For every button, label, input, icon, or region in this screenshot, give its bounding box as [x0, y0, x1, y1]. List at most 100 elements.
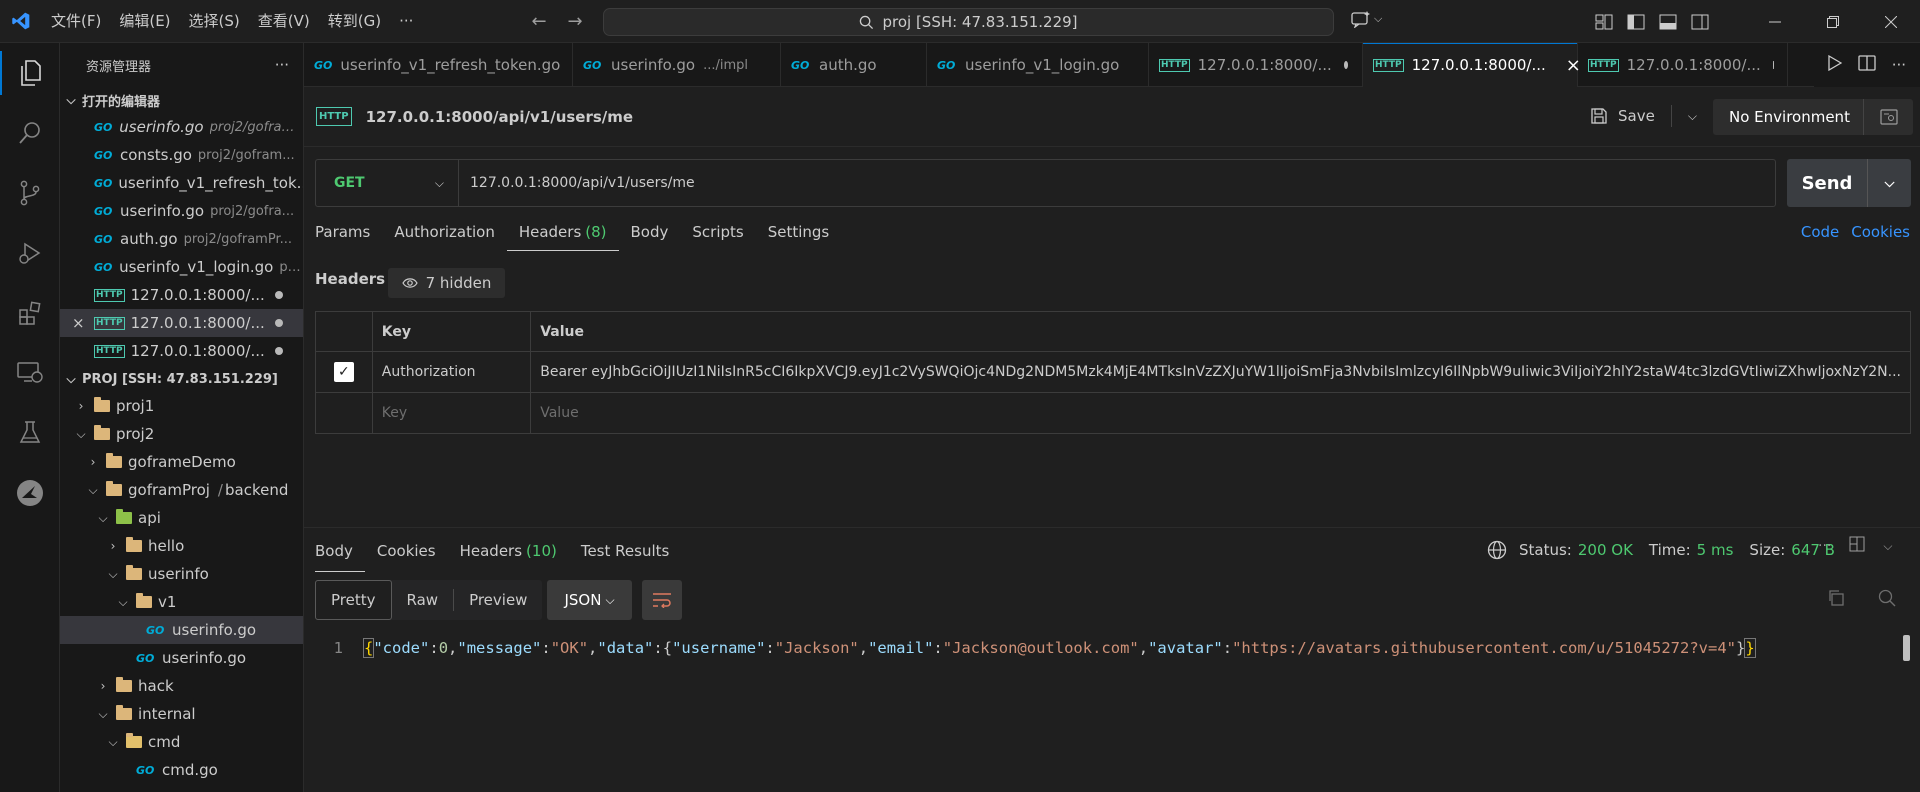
open-editor-item[interactable]: GO auth.go proj2/goframPr...	[60, 225, 303, 253]
explorer-icon[interactable]	[0, 43, 60, 103]
open-editor-item[interactable]: HTTP 127.0.0.1:8000/...	[60, 337, 303, 365]
tab-headers[interactable]: Headers (8)	[506, 213, 619, 251]
tab-userinfo-impl[interactable]: GO userinfo.go .../impl	[573, 43, 781, 87]
tree-folder-cmd[interactable]: ⌵ cmd	[60, 728, 303, 756]
tab-settings[interactable]: Settings	[756, 213, 842, 251]
tab-http-request-active[interactable]: HTTP 127.0.0.1:8000/... ×	[1363, 43, 1581, 87]
explorer-more-icon[interactable]: ···	[275, 56, 289, 74]
tab-scripts[interactable]: Scripts	[680, 213, 755, 251]
tab-auth[interactable]: GO auth.go	[781, 43, 927, 87]
response-more-icon[interactable]: ···	[1818, 538, 1831, 554]
minimize-icon[interactable]	[1746, 0, 1804, 43]
split-editor-icon[interactable]	[1858, 55, 1876, 75]
toggle-primary-sidebar-icon[interactable]	[1620, 0, 1652, 43]
open-editor-item[interactable]: GO userinfo.go proj2/gofra...	[60, 197, 303, 225]
more-actions-icon[interactable]: ···	[1892, 56, 1906, 74]
response-tab-test-results[interactable]: Test Results	[569, 530, 681, 572]
tree-file[interactable]: GO cmd.go	[60, 756, 303, 784]
run-icon[interactable]	[1828, 54, 1842, 75]
chevron-down-icon[interactable]: ⌵	[1883, 539, 1892, 554]
close-window-icon[interactable]	[1862, 0, 1920, 43]
new-header-key-input[interactable]: Key	[371, 392, 532, 434]
response-tab-body[interactable]: Body	[315, 530, 365, 572]
tree-folder-proj1[interactable]: › proj1	[60, 392, 303, 420]
customize-layout-icon[interactable]	[1588, 0, 1620, 43]
tab-params[interactable]: Params	[315, 213, 382, 251]
search-response-icon[interactable]	[1878, 589, 1896, 611]
view-raw-button[interactable]: Raw	[392, 580, 454, 620]
menu-selection[interactable]: 选择(S)	[180, 0, 249, 43]
tree-folder-proj2[interactable]: ⌵ proj2	[60, 420, 303, 448]
menu-more[interactable]: ···	[390, 0, 422, 43]
tree-folder-v1[interactable]: ⌵ v1	[60, 588, 303, 616]
tab-userinfo-v1-refresh-token[interactable]: GO userinfo_v1_refresh_token.go	[304, 43, 573, 87]
menu-view[interactable]: 查看(V)	[249, 0, 319, 43]
split-view-icon[interactable]	[1849, 536, 1865, 556]
header-key-cell[interactable]: Authorization	[371, 351, 532, 393]
copilot-button[interactable]: ⌵	[1350, 10, 1382, 28]
tree-file-selected[interactable]: GO userinfo.go	[60, 616, 303, 644]
testing-icon[interactable]	[0, 403, 60, 463]
code-link[interactable]: Code	[1801, 223, 1839, 241]
command-center-search[interactable]: proj [SSH: 47.83.151.229]	[603, 8, 1334, 36]
open-editors-section[interactable]: ⌵ 打开的编辑器	[60, 87, 303, 113]
extensions-icon[interactable]	[0, 283, 60, 343]
open-editor-item[interactable]: GO userinfo_v1_refresh_tok...	[60, 169, 303, 197]
remote-explorer-icon[interactable]	[0, 343, 60, 403]
new-header-value-input[interactable]: Value	[530, 392, 1911, 434]
toggle-panel-icon[interactable]	[1652, 0, 1684, 43]
chevron-down-icon[interactable]: ⌵	[1688, 109, 1697, 124]
send-options-chevron-icon[interactable]: ⌵	[1867, 159, 1911, 207]
open-editor-item[interactable]: GO userinfo.go proj2/gofram...	[60, 113, 303, 141]
save-button[interactable]: Save ⌵	[1590, 105, 1697, 127]
forward-arrow-icon[interactable]: →	[564, 11, 586, 32]
horizontal-scrollbar[interactable]	[1903, 635, 1910, 661]
api-client-icon[interactable]	[0, 463, 60, 523]
copy-icon[interactable]	[1827, 589, 1845, 611]
tree-folder-internal[interactable]: ⌵ internal	[60, 700, 303, 728]
source-control-icon[interactable]	[0, 163, 60, 223]
url-input[interactable]: 127.0.0.1:8000/api/v1/users/me	[459, 175, 695, 191]
environment-selector[interactable]: No Environment	[1713, 99, 1913, 135]
header-value-cell[interactable]: Bearer eyJhbGciOiJIUzI1NiIsInR5cCI6IkpXV…	[530, 351, 1911, 393]
tab-body[interactable]: Body	[619, 213, 681, 251]
run-debug-icon[interactable]	[0, 223, 60, 283]
open-editor-item[interactable]: HTTP 127.0.0.1:8000/...	[60, 281, 303, 309]
tree-folder-userinfo[interactable]: ⌵ userinfo	[60, 560, 303, 588]
method-select[interactable]: GET ⌵	[316, 160, 459, 206]
tree-folder-goframproj[interactable]: ⌵ goframProj / backend	[60, 476, 303, 504]
tree-folder-goframedemo[interactable]: › goframeDemo	[60, 448, 303, 476]
menu-edit[interactable]: 编辑(E)	[110, 0, 179, 43]
tab-http-request-1[interactable]: HTTP 127.0.0.1:8000/...	[1149, 43, 1363, 87]
open-editor-item[interactable]: GO userinfo_v1_login.go pr...	[60, 253, 303, 281]
tree-file[interactable]: GO userinfo.go	[60, 644, 303, 672]
toggle-secondary-sidebar-icon[interactable]	[1684, 0, 1716, 43]
search-icon[interactable]	[0, 103, 60, 163]
tree-folder-hack[interactable]: › hack	[60, 672, 303, 700]
cookies-link[interactable]: Cookies	[1851, 223, 1910, 241]
header-enabled-checkbox[interactable]: ✓	[333, 362, 354, 382]
tab-http-request-3[interactable]: HTTP 127.0.0.1:8000/...	[1578, 43, 1788, 87]
tab-authorization[interactable]: Authorization	[382, 213, 506, 251]
menu-file[interactable]: 文件(F)	[42, 0, 110, 43]
format-select[interactable]: JSON ⌵	[547, 580, 632, 620]
tree-folder-api[interactable]: ⌵ api	[60, 504, 303, 532]
environment-quick-look-icon[interactable]	[1863, 99, 1913, 135]
open-editor-item-selected[interactable]: × HTTP 127.0.0.1:8000/...	[60, 309, 303, 337]
close-icon[interactable]: ×	[72, 314, 85, 332]
hidden-headers-toggle[interactable]: 7 hidden	[388, 268, 505, 298]
response-tab-headers[interactable]: Headers (10)	[448, 530, 569, 572]
view-pretty-button[interactable]: Pretty	[315, 580, 392, 620]
response-json-line[interactable]: 1 { "code":0, "message": "OK", "data":{ "…	[304, 633, 1920, 663]
response-tab-cookies[interactable]: Cookies	[365, 530, 448, 572]
open-editor-item[interactable]: GO consts.go proj2/gofram...	[60, 141, 303, 169]
tree-folder-hello[interactable]: › hello	[60, 532, 303, 560]
restore-icon[interactable]	[1804, 0, 1862, 43]
back-arrow-icon[interactable]: ←	[528, 11, 550, 32]
view-preview-button[interactable]: Preview	[454, 580, 542, 620]
send-button[interactable]: Send ⌵	[1787, 159, 1911, 207]
menu-go[interactable]: 转到(G)	[319, 0, 390, 43]
workspace-section[interactable]: ⌵ PROJ [SSH: 47.83.151.229]	[60, 366, 303, 392]
word-wrap-button[interactable]	[642, 580, 682, 620]
tab-userinfo-v1-login[interactable]: GO userinfo_v1_login.go	[927, 43, 1149, 87]
